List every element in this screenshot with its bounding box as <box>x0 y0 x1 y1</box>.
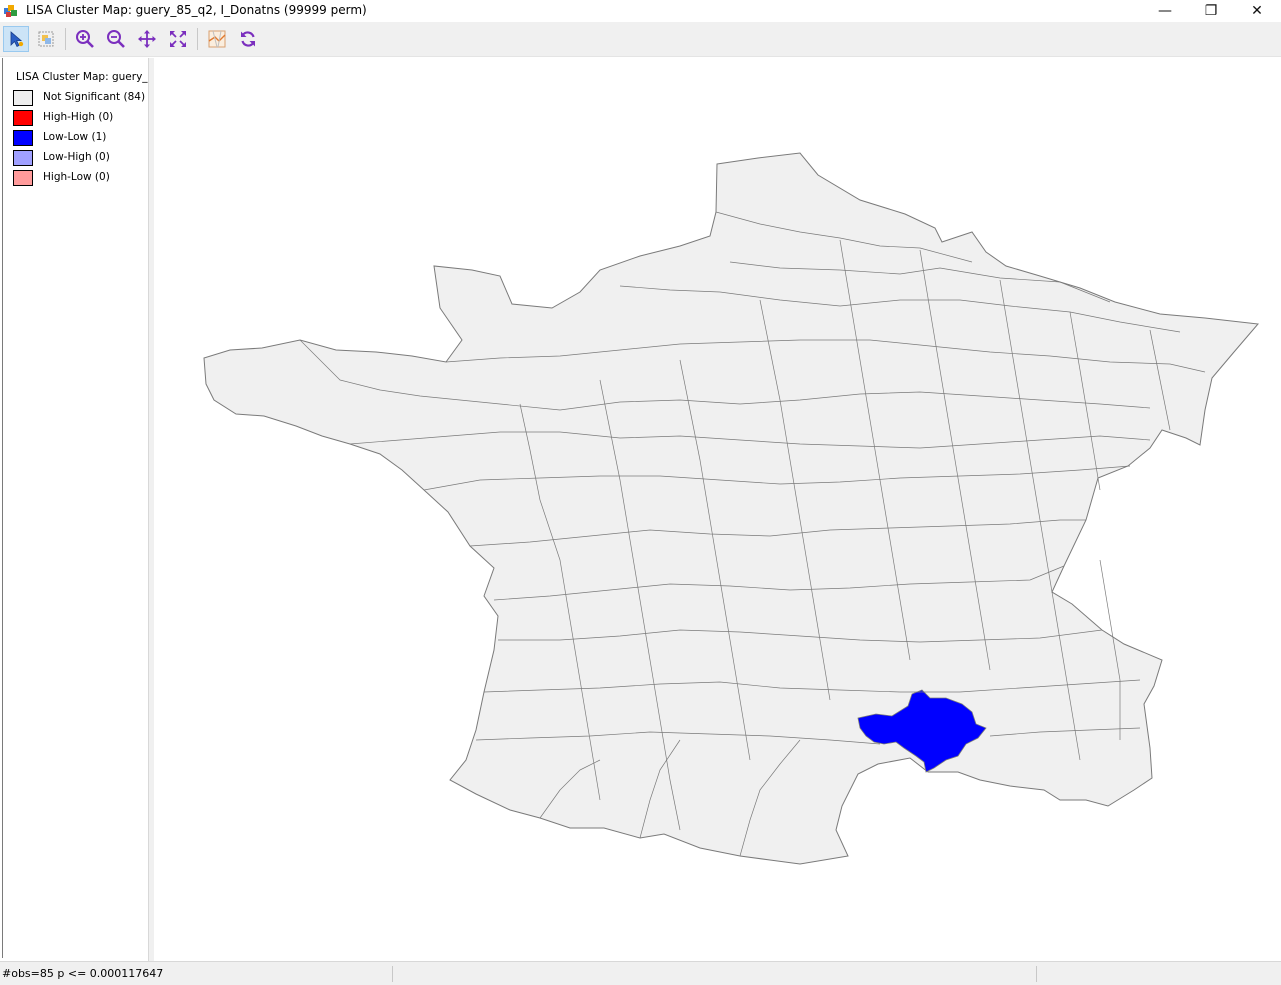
zoom-out-button[interactable] <box>103 26 129 52</box>
select-tool-button[interactable] <box>3 26 29 52</box>
zoom-in-icon <box>76 30 94 48</box>
status-bar-separator <box>1036 966 1037 982</box>
legend-label: Low-Low (1) <box>43 131 107 143</box>
legend-swatch <box>13 90 33 106</box>
legend-swatch <box>13 110 33 126</box>
legend-label: High-Low (0) <box>43 171 110 183</box>
legend-swatch <box>13 150 33 166</box>
geoda-app-icon <box>3 3 19 19</box>
legend-label: Low-High (0) <box>43 151 110 163</box>
selection-mode-button[interactable] <box>33 26 59 52</box>
selection-mode-icon <box>38 31 54 47</box>
legend-label: High-High (0) <box>43 111 114 123</box>
select-pointer-icon <box>10 31 24 48</box>
pan-button[interactable] <box>134 26 160 52</box>
legend-title: LISA Cluster Map: guery_85 <box>16 71 149 83</box>
toolbar <box>0 22 1281 57</box>
status-bar-separator <box>392 966 393 982</box>
toolbar-separator <box>65 28 66 50</box>
map-region-outline[interactable] <box>203 152 1259 865</box>
legend-panel[interactable]: LISA Cluster Map: guery_85 Not Significa… <box>2 58 149 958</box>
minimize-button[interactable]: — <box>1142 0 1188 22</box>
map-canvas[interactable] <box>155 58 1279 960</box>
legend-swatch <box>13 130 33 146</box>
legend-label: Not Significant (84) <box>43 91 146 103</box>
status-bar: #obs=85 p <= 0.000117647 <box>0 961 1281 985</box>
window-title: LISA Cluster Map: guery_85_q2, I_Donatns… <box>26 3 367 17</box>
fit-to-window-icon <box>170 31 186 47</box>
title-bar: LISA Cluster Map: guery_85_q2, I_Donatns… <box>0 0 1281 22</box>
basemap-icon <box>208 30 226 48</box>
maximize-button[interactable]: ❐ <box>1188 0 1234 22</box>
refresh-icon <box>241 31 255 47</box>
zoom-in-button[interactable] <box>72 26 98 52</box>
toolbar-separator <box>197 28 198 50</box>
status-text: #obs=85 p <= 0.000117647 <box>2 967 164 980</box>
legend-splitter[interactable] <box>148 58 154 961</box>
fit-to-window-button[interactable] <box>165 26 191 52</box>
zoom-out-icon <box>107 30 125 48</box>
close-button[interactable]: ✕ <box>1234 0 1280 22</box>
refresh-button[interactable] <box>235 26 261 52</box>
basemap-button[interactable] <box>204 26 230 52</box>
pan-icon <box>138 30 156 48</box>
legend-swatch <box>13 170 33 186</box>
france-departments-map[interactable] <box>155 58 1279 960</box>
